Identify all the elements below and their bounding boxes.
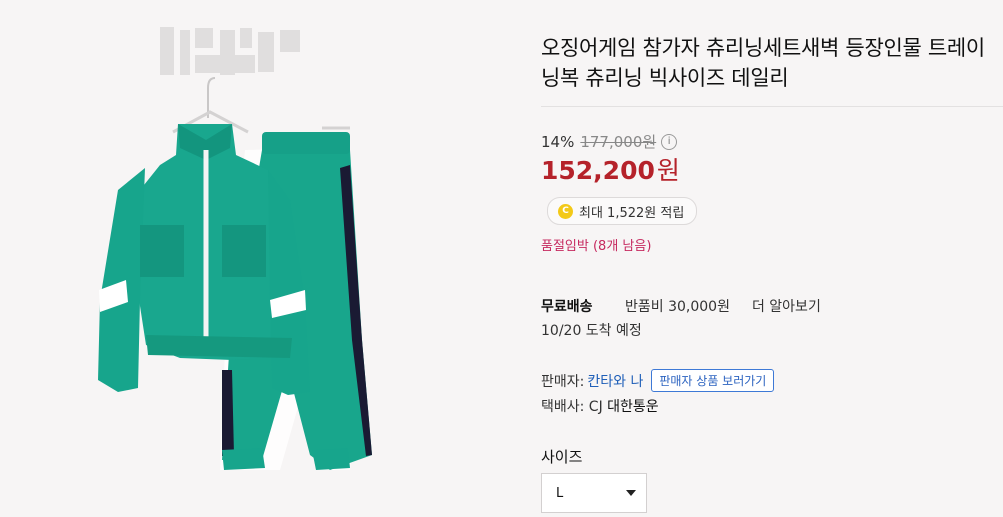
seller-name-link[interactable]: 칸타와 나 [587,371,643,391]
reward-badge: C 최대 1,522원 적립 [547,197,698,225]
product-info-panel: 오징어게임 참가자 츄리닝세트새벽 등장인물 트레이닝복 츄리닝 빅사이즈 데일… [541,0,1003,517]
product-title: 오징어게임 참가자 츄리닝세트새벽 등장인물 트레이닝복 츄리닝 빅사이즈 데일… [541,36,985,90]
courier-label: 택배사: CJ [541,399,603,415]
learn-more-link[interactable]: 더 알아보기 [752,296,821,316]
reward-text: 최대 1,522원 적립 [579,205,685,221]
price-summary: 14% 177,000원 i [541,131,678,152]
shipping-info: 무료배송 반품비 30,000원 더 알아보기 [541,296,821,316]
size-selected-value: L [556,485,564,501]
tracksuit-illustration [98,27,372,470]
courier-name: 대한통운 [607,399,659,415]
original-price: 177,000원 [580,133,657,151]
return-fee: 반품비 30,000원 [625,299,730,315]
discount-rate: 14% [541,132,575,151]
sale-price: 152,200원 [541,151,680,187]
stock-warning: 품절임박 (8개 남음) [541,239,652,254]
free-shipping-label: 무료배송 [541,299,593,315]
coin-icon: C [558,203,573,219]
chevron-down-icon [626,490,636,496]
seller-info: 판매자: 칸타와 나 판매자 상품 보러가기 [541,369,775,392]
divider [541,106,1003,107]
size-select[interactable]: L [541,473,647,513]
delivery-date: 10/20 도착 예정 [541,323,642,339]
seller-label: 판매자: [541,373,585,390]
seller-products-button[interactable]: 판매자 상품 보러가기 [651,369,775,392]
size-option-label: 사이즈 [541,448,583,466]
sale-price-value: 152,200 [541,156,655,185]
product-image[interactable] [0,0,520,517]
courier-info: 택배사: CJ 대한통운 [541,396,659,416]
info-icon[interactable]: i [661,133,678,150]
currency-label: 원 [656,156,680,185]
